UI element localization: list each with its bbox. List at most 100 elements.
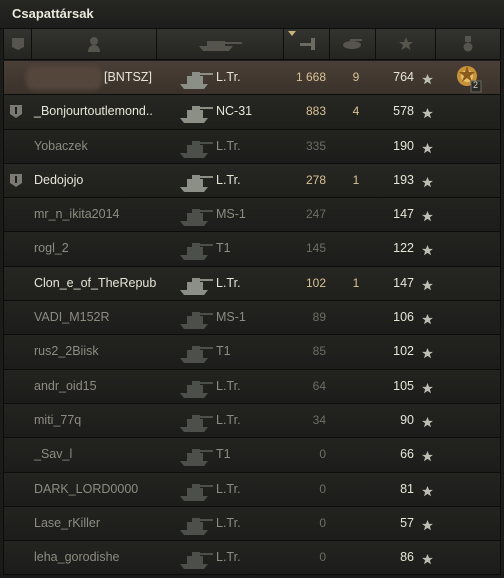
damage-value: 247 (305, 207, 326, 222)
damage-value: 89 (312, 310, 326, 325)
experience-value: 147 (393, 207, 414, 222)
experience-value: 764 (393, 70, 414, 84)
experience-value: 193 (393, 172, 414, 187)
tank-icon (178, 234, 214, 264)
player-name[interactable]: rus2_2Biisk (34, 344, 99, 358)
table-row[interactable]: Dedojojo L.Tr. 278 1 193 (3, 163, 501, 199)
player-name[interactable]: Lase_rKiller (34, 516, 100, 530)
tank-icon (178, 543, 214, 573)
experience-value: 147 (393, 275, 414, 290)
medal-column-icon (463, 36, 473, 52)
table-row[interactable]: rus2_2Biisk T1 85 102 (3, 335, 501, 370)
player-name[interactable]: _Bonjourtoutlemond.. (34, 104, 153, 118)
tank-name: T1 (216, 447, 231, 462)
tank-name: T1 (216, 241, 231, 256)
medal-count: 2 (473, 80, 479, 90)
table-row[interactable]: Lase_rKiller L.Tr. 0 57 (3, 506, 501, 542)
tank-icon (178, 337, 214, 367)
experience-star-icon (422, 381, 433, 393)
team-results-panel: Csapattársak [BNTSZ] L.Tr. 1 668 9 764 2 _Bonj… (0, 0, 504, 576)
player-name[interactable]: Clon_e_of_TheRepub (34, 276, 156, 290)
tank-name: L.Tr. (216, 275, 241, 290)
damage-column-icon (299, 38, 315, 50)
table-row[interactable]: DARK_LORD0000 L.Tr. 0 81 (3, 472, 501, 507)
tank-column-header[interactable] (157, 29, 284, 59)
medal-column-header[interactable] (436, 29, 500, 59)
experience-column-header[interactable] (376, 29, 436, 59)
platoon-column-header[interactable] (4, 29, 32, 59)
experience-value: 86 (400, 550, 414, 565)
experience-value: 122 (393, 241, 414, 256)
player-name[interactable]: _Sav_l (34, 447, 72, 461)
damage-value: 0 (319, 550, 326, 565)
tank-name: L.Tr. (216, 138, 241, 153)
tank-name: L.Tr. (216, 515, 241, 530)
damage-value: 0 (319, 481, 326, 496)
kills-value: 1 (352, 172, 360, 187)
table-row[interactable]: miti_77q L.Tr. 34 90 (3, 403, 501, 439)
player-name[interactable]: VADI_M152R (34, 310, 110, 324)
damage-value: 145 (305, 241, 326, 256)
tank-name: L.Tr. (216, 70, 241, 84)
tank-icon (178, 372, 214, 402)
experience-value: 106 (393, 310, 414, 325)
damage-value: 34 (312, 412, 326, 427)
table-row[interactable]: VADI_M152R MS-1 89 106 (3, 301, 501, 336)
experience-star-icon (422, 449, 433, 462)
player-name[interactable]: Dedojojo (34, 173, 83, 187)
table-row[interactable]: _Bonjourtoutlemond.. NC-31 883 4 578 (3, 95, 501, 130)
table-row[interactable]: Clon_e_of_TheRepub L.Tr. 102 1 147 (3, 266, 501, 302)
table-header (3, 28, 501, 60)
damage-value: 0 (319, 515, 326, 530)
table-row[interactable]: [BNTSZ] L.Tr. 1 668 9 764 2 (3, 61, 501, 96)
table-row[interactable]: andr_oid15 L.Tr. 64 105 (3, 369, 501, 404)
medal-icon[interactable]: 2 (454, 63, 482, 93)
table-row[interactable]: leha_gorodishe L.Tr. 0 86 (3, 541, 501, 576)
player-name[interactable]: rogl_2 (34, 241, 69, 255)
table-row[interactable]: rogl_2 T1 145 122 (3, 232, 501, 267)
tank-name: T1 (216, 344, 231, 359)
damage-value: 85 (312, 344, 326, 359)
kills-value: 9 (352, 70, 360, 84)
player-column-header[interactable] (32, 29, 157, 59)
clan-tag: [BNTSZ] (104, 70, 152, 84)
platoon-icon (10, 173, 22, 187)
damage-value: 1 668 (295, 70, 326, 84)
experience-value: 66 (400, 447, 414, 462)
experience-star-icon (422, 518, 433, 531)
damage-value: 64 (312, 378, 326, 393)
table-row[interactable]: _Sav_l T1 0 66 (3, 438, 501, 473)
tank-icon (178, 406, 214, 436)
kills-value: 1 (352, 275, 360, 290)
tank-name: L.Tr. (216, 412, 241, 427)
player-name[interactable]: miti_77q (34, 413, 81, 427)
damage-value: 883 (305, 104, 326, 119)
player-name[interactable]: mr_n_ikita2014 (34, 207, 119, 221)
title-bar: Csapattársak (0, 0, 504, 29)
player-name[interactable]: andr_oid15 (34, 379, 97, 393)
tank-icon (178, 63, 214, 93)
experience-value: 90 (400, 412, 414, 427)
experience-value: 578 (393, 104, 414, 119)
player-name[interactable]: leha_gorodishe (34, 550, 120, 564)
experience-star-icon (422, 106, 433, 119)
tank-column-icon (199, 41, 242, 51)
player-name[interactable]: Yobaczek (34, 139, 88, 153)
damage-column-header[interactable] (284, 29, 330, 59)
player-name[interactable]: DARK_LORD0000 (34, 482, 138, 496)
tank-icon (178, 132, 214, 162)
tank-icon (178, 509, 214, 539)
table-row[interactable]: Yobaczek L.Tr. 335 190 (3, 129, 501, 164)
damage-value: 102 (305, 275, 326, 290)
experience-star-icon (422, 141, 433, 153)
sort-desc-icon (288, 31, 296, 36)
platoon-column-icon (11, 38, 24, 50)
tank-name: L.Tr. (216, 481, 241, 496)
player-column-icon (88, 37, 100, 52)
kills-value: 4 (352, 104, 360, 119)
kills-column-header[interactable] (330, 29, 376, 59)
table-row[interactable]: mr_n_ikita2014 MS-1 247 147 (3, 198, 501, 233)
experience-star-icon (422, 552, 433, 565)
tank-name: MS-1 (216, 310, 246, 325)
experience-star-icon (422, 278, 433, 290)
